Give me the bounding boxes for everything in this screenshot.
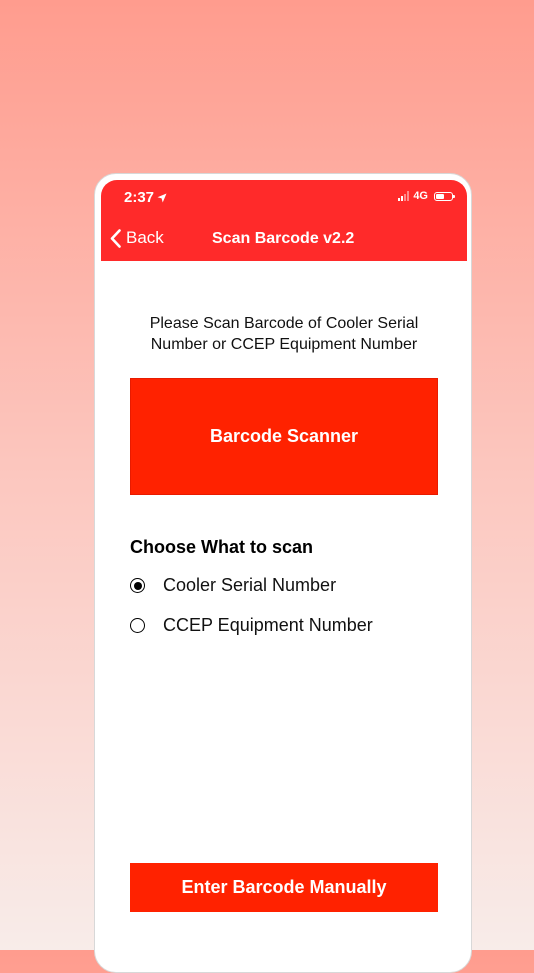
- location-arrow-icon: [157, 193, 167, 203]
- enter-barcode-manually-button[interactable]: Enter Barcode Manually: [130, 863, 438, 912]
- status-time-text: 2:37: [124, 189, 155, 206]
- battery-icon: [434, 191, 455, 201]
- status-indicators: 4G: [398, 190, 455, 202]
- network-label: 4G: [413, 190, 428, 202]
- choose-heading: Choose What to scan: [130, 537, 314, 557]
- back-button[interactable]: Back: [110, 228, 164, 248]
- radio-selected-icon[interactable]: [130, 578, 145, 593]
- phone-screen: 2:37 4G Back Scan Barcode v2.2 Please Sc…: [94, 173, 472, 973]
- signal-icon: [398, 191, 410, 201]
- radio-label: Cooler Serial Number: [163, 575, 337, 595]
- radio-unselected-icon[interactable]: [130, 618, 145, 633]
- status-time: 2:37: [124, 189, 167, 206]
- radio-option-cooler-serial[interactable]: Cooler Serial Number: [130, 575, 336, 596]
- page-title: Scan Barcode v2.2: [212, 230, 355, 247]
- scan-instructions: Please Scan Barcode of Cooler Serial Num…: [149, 315, 419, 353]
- back-label: Back: [126, 228, 164, 247]
- chevron-left-icon: [110, 228, 121, 248]
- barcode-scanner-button[interactable]: Barcode Scanner: [130, 378, 438, 495]
- app-header: 2:37 4G Back Scan Barcode v2.2: [101, 180, 467, 261]
- radio-label: CCEP Equipment Number: [163, 615, 373, 635]
- radio-option-ccep-equipment[interactable]: CCEP Equipment Number: [130, 615, 373, 636]
